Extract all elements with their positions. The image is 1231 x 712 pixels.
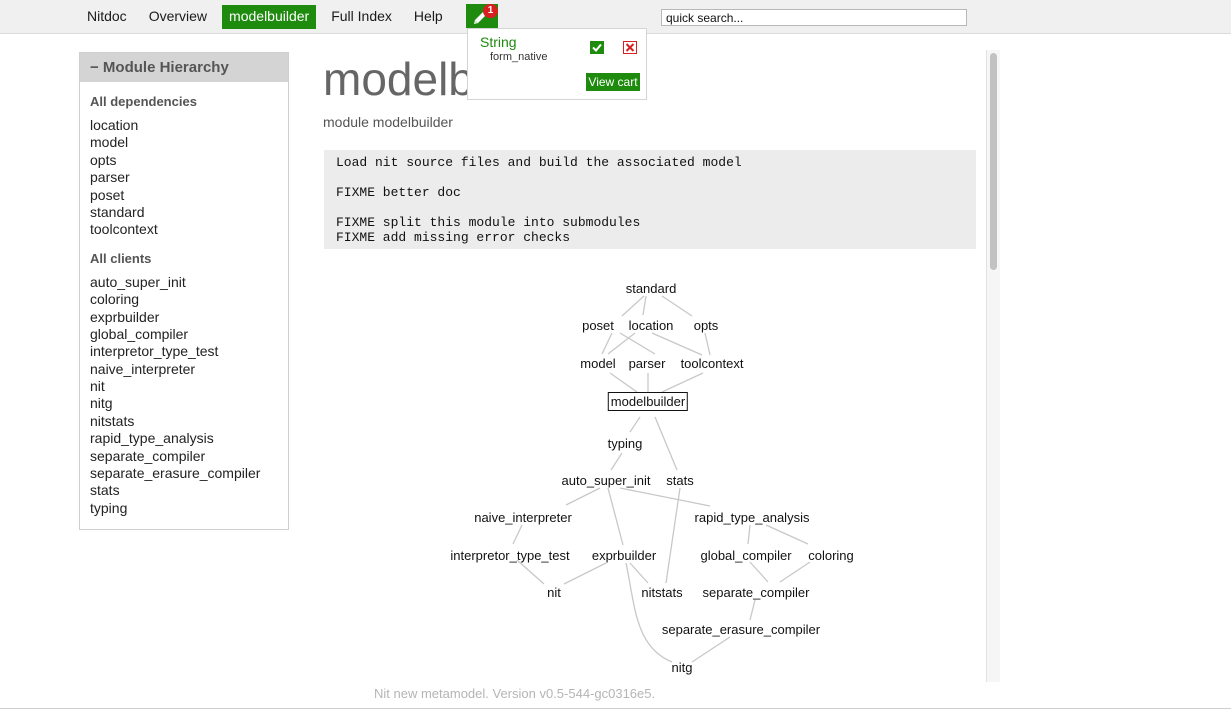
doc-line: FIXME better doc bbox=[336, 185, 461, 200]
graph-node-poset[interactable]: poset bbox=[582, 318, 614, 333]
confirm-button[interactable] bbox=[590, 41, 604, 54]
client-link[interactable]: auto_super_init bbox=[80, 274, 288, 291]
scrollbar-thumb[interactable] bbox=[990, 53, 997, 270]
doc-line: FIXME add missing error checks bbox=[336, 230, 571, 245]
view-cart-button[interactable]: View cart bbox=[586, 73, 640, 91]
graph-node-modelbuilder-current[interactable]: modelbuilder bbox=[607, 392, 689, 411]
client-link[interactable]: nitg bbox=[80, 395, 288, 412]
graph-node-typing[interactable]: typing bbox=[608, 436, 643, 451]
remove-button[interactable] bbox=[623, 41, 637, 54]
dependency-link[interactable]: toolcontext bbox=[80, 221, 288, 238]
graph-node-rapid-type-analysis[interactable]: rapid_type_analysis bbox=[695, 510, 810, 525]
dependencies-title: All dependencies bbox=[90, 94, 197, 109]
dependency-link[interactable]: location bbox=[80, 117, 288, 134]
graph-node-separate-compiler[interactable]: separate_compiler bbox=[703, 585, 810, 600]
cart-item-method: form_native bbox=[490, 51, 548, 63]
dependency-link[interactable]: parser bbox=[80, 169, 288, 186]
graph-node-opts[interactable]: opts bbox=[694, 318, 719, 333]
graph-node-global-compiler[interactable]: global_compiler bbox=[700, 548, 791, 563]
graph-node-exprbuilder[interactable]: exprbuilder bbox=[592, 548, 656, 563]
module-hierarchy-sidebar: − Module Hierarchy All dependencies loca… bbox=[79, 52, 289, 530]
quick-search-input[interactable] bbox=[661, 9, 967, 26]
cart-popup: String form_native View cart bbox=[467, 28, 647, 100]
dependency-link[interactable]: poset bbox=[80, 187, 288, 204]
graph-node-separate-erasure-compiler[interactable]: separate_erasure_compiler bbox=[662, 622, 820, 637]
cart-count-badge: 1 bbox=[483, 4, 498, 18]
graph-node-nitg[interactable]: nitg bbox=[672, 660, 693, 675]
client-link[interactable]: exprbuilder bbox=[80, 309, 288, 326]
module-dependency-graph: standard poset location opts model parse… bbox=[430, 275, 880, 685]
dependency-link[interactable]: model bbox=[80, 134, 288, 151]
client-link[interactable]: separate_compiler bbox=[80, 448, 288, 465]
graph-node-nitstats[interactable]: nitstats bbox=[641, 585, 682, 600]
close-icon bbox=[625, 43, 635, 52]
nav-item-full-index[interactable]: Full Index bbox=[324, 5, 399, 29]
module-signature: module modelbuilder bbox=[323, 114, 453, 130]
module-documentation: Load nit source files and build the asso… bbox=[324, 150, 976, 249]
nav-item-overview[interactable]: Overview bbox=[142, 5, 214, 29]
check-icon bbox=[592, 43, 602, 52]
graph-node-standard[interactable]: standard bbox=[626, 281, 677, 296]
graph-node-naive-interpreter[interactable]: naive_interpreter bbox=[474, 510, 572, 525]
graph-node-nit[interactable]: nit bbox=[547, 585, 561, 600]
client-link[interactable]: separate_erasure_compiler bbox=[80, 465, 288, 482]
cart-item-class[interactable]: String bbox=[480, 34, 517, 50]
dependency-link[interactable]: standard bbox=[80, 204, 288, 221]
graph-node-coloring[interactable]: coloring bbox=[808, 548, 854, 563]
module-hierarchy-toggle[interactable]: − Module Hierarchy bbox=[80, 53, 288, 82]
graph-node-stats[interactable]: stats bbox=[666, 473, 693, 488]
dependency-link[interactable]: opts bbox=[80, 152, 288, 169]
dependencies-list: location model opts parser poset standar… bbox=[80, 117, 288, 239]
doc-line: FIXME split this module into submodules bbox=[336, 215, 641, 230]
footer-version: Nit new metamodel. Version v0.5-544-gc03… bbox=[374, 686, 656, 701]
window-bottom-border bbox=[0, 708, 1231, 709]
client-link[interactable]: rapid_type_analysis bbox=[80, 430, 288, 447]
vertical-scrollbar[interactable] bbox=[986, 50, 1000, 682]
client-link[interactable]: global_compiler bbox=[80, 326, 288, 343]
doc-line: Load nit source files and build the asso… bbox=[336, 155, 742, 170]
nav-item-modelbuilder[interactable]: modelbuilder bbox=[222, 5, 317, 29]
client-link[interactable]: nitstats bbox=[80, 413, 288, 430]
graph-node-location[interactable]: location bbox=[629, 318, 674, 333]
nav-item-nitdoc[interactable]: Nitdoc bbox=[80, 5, 134, 29]
graph-node-model[interactable]: model bbox=[580, 356, 615, 371]
cart-button[interactable]: 1 bbox=[466, 4, 498, 28]
graph-node-parser[interactable]: parser bbox=[629, 356, 666, 371]
client-link[interactable]: typing bbox=[80, 500, 288, 517]
client-link[interactable]: interpretor_type_test bbox=[80, 343, 288, 360]
graph-node-interpretor-type-test[interactable]: interpretor_type_test bbox=[450, 548, 569, 563]
graph-node-auto-super-init[interactable]: auto_super_init bbox=[562, 473, 651, 488]
main-nav: Nitdoc Overview modelbuilder Full Index … bbox=[80, 5, 458, 29]
client-link[interactable]: nit bbox=[80, 378, 288, 395]
client-link[interactable]: naive_interpreter bbox=[80, 361, 288, 378]
clients-list: auto_super_init coloring exprbuilder glo… bbox=[80, 274, 288, 517]
clients-title: All clients bbox=[90, 250, 152, 266]
graph-node-toolcontext[interactable]: toolcontext bbox=[681, 356, 744, 371]
client-link[interactable]: stats bbox=[80, 482, 288, 499]
nav-item-help[interactable]: Help bbox=[407, 5, 450, 29]
client-link[interactable]: coloring bbox=[80, 291, 288, 308]
